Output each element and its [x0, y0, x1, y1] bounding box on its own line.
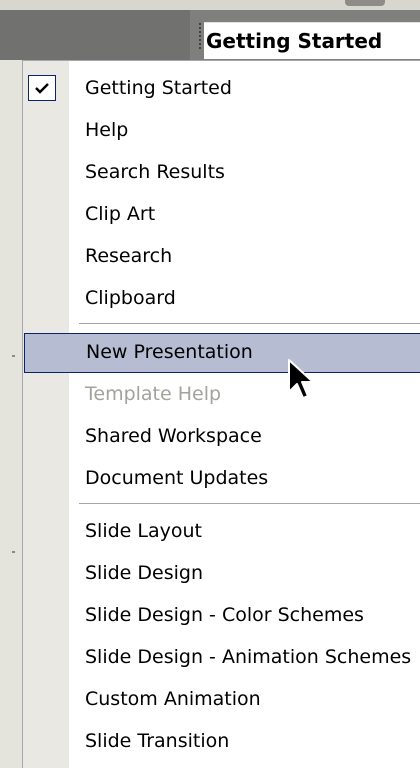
- drag-grip-icon[interactable]: [198, 22, 202, 50]
- menu-item-label: Slide Design: [85, 562, 204, 584]
- menu-item-research[interactable]: Research: [23, 237, 420, 277]
- checkmark-icon: [35, 83, 49, 94]
- menu-item-slide-design[interactable]: Slide Design: [23, 554, 420, 594]
- menu-item-clip-art[interactable]: Clip Art: [23, 195, 420, 235]
- menu-item-slide-transition[interactable]: Slide Transition: [23, 722, 420, 762]
- mouse-pointer-icon: [288, 359, 314, 399]
- checkmark-box: [28, 75, 56, 101]
- menu-item-custom-animation[interactable]: Custom Animation: [23, 680, 420, 720]
- menu-item-label: Document Updates: [85, 467, 269, 489]
- taskpane-window: Getting Started Getting Started Help Sea…: [0, 0, 420, 768]
- menu-item-label: Help: [85, 119, 129, 141]
- menu-item-template-help: Template Help: [23, 375, 420, 415]
- menu-item-label: Slide Design - Color Schemes: [85, 604, 364, 626]
- menu-item-document-updates[interactable]: Document Updates: [23, 459, 420, 499]
- panel-dot: [12, 355, 15, 357]
- menu-item-getting-started[interactable]: Getting Started: [23, 69, 420, 109]
- menu-item-help[interactable]: Help: [23, 111, 420, 151]
- menu-item-search-results[interactable]: Search Results: [23, 153, 420, 193]
- menu-item-slide-design-animation-schemes[interactable]: Slide Design - Animation Schemes: [23, 638, 420, 678]
- pane-title[interactable]: Getting Started: [206, 29, 382, 53]
- menu-separator: [79, 503, 420, 504]
- menu-item-label: Getting Started: [85, 77, 232, 99]
- slide-panel-edge: [0, 60, 22, 768]
- tab-shadow: [345, 0, 385, 6]
- menu-item-label: Research: [85, 245, 173, 267]
- menu-item-slide-design-color-schemes[interactable]: Slide Design - Color Schemes: [23, 596, 420, 636]
- menu-item-label: Slide Layout: [85, 520, 202, 542]
- window-top-strip: [0, 0, 420, 10]
- menu-item-label: Slide Transition: [85, 730, 230, 752]
- menu-item-slide-layout[interactable]: Slide Layout: [23, 512, 420, 552]
- menu-item-new-presentation[interactable]: New Presentation: [24, 333, 420, 373]
- menu-item-label: Template Help: [85, 383, 222, 405]
- menu-separator: [79, 323, 420, 324]
- menu-item-label: Custom Animation: [85, 688, 261, 710]
- menu-item-label: Clipboard: [85, 287, 176, 309]
- header-shaded-area: [0, 10, 190, 60]
- task-pane-menu: Getting Started Help Search Results Clip…: [22, 60, 420, 768]
- menu-item-shared-workspace[interactable]: Shared Workspace: [23, 417, 420, 457]
- menu-item-label: New Presentation: [86, 341, 253, 363]
- menu-item-label: Slide Design - Animation Schemes: [85, 646, 412, 668]
- panel-dot: [12, 551, 15, 553]
- menu-item-label: Search Results: [85, 161, 225, 183]
- menu-item-clipboard[interactable]: Clipboard: [23, 279, 420, 319]
- menu-item-label: Clip Art: [85, 203, 156, 225]
- menu-item-label: Shared Workspace: [85, 425, 262, 447]
